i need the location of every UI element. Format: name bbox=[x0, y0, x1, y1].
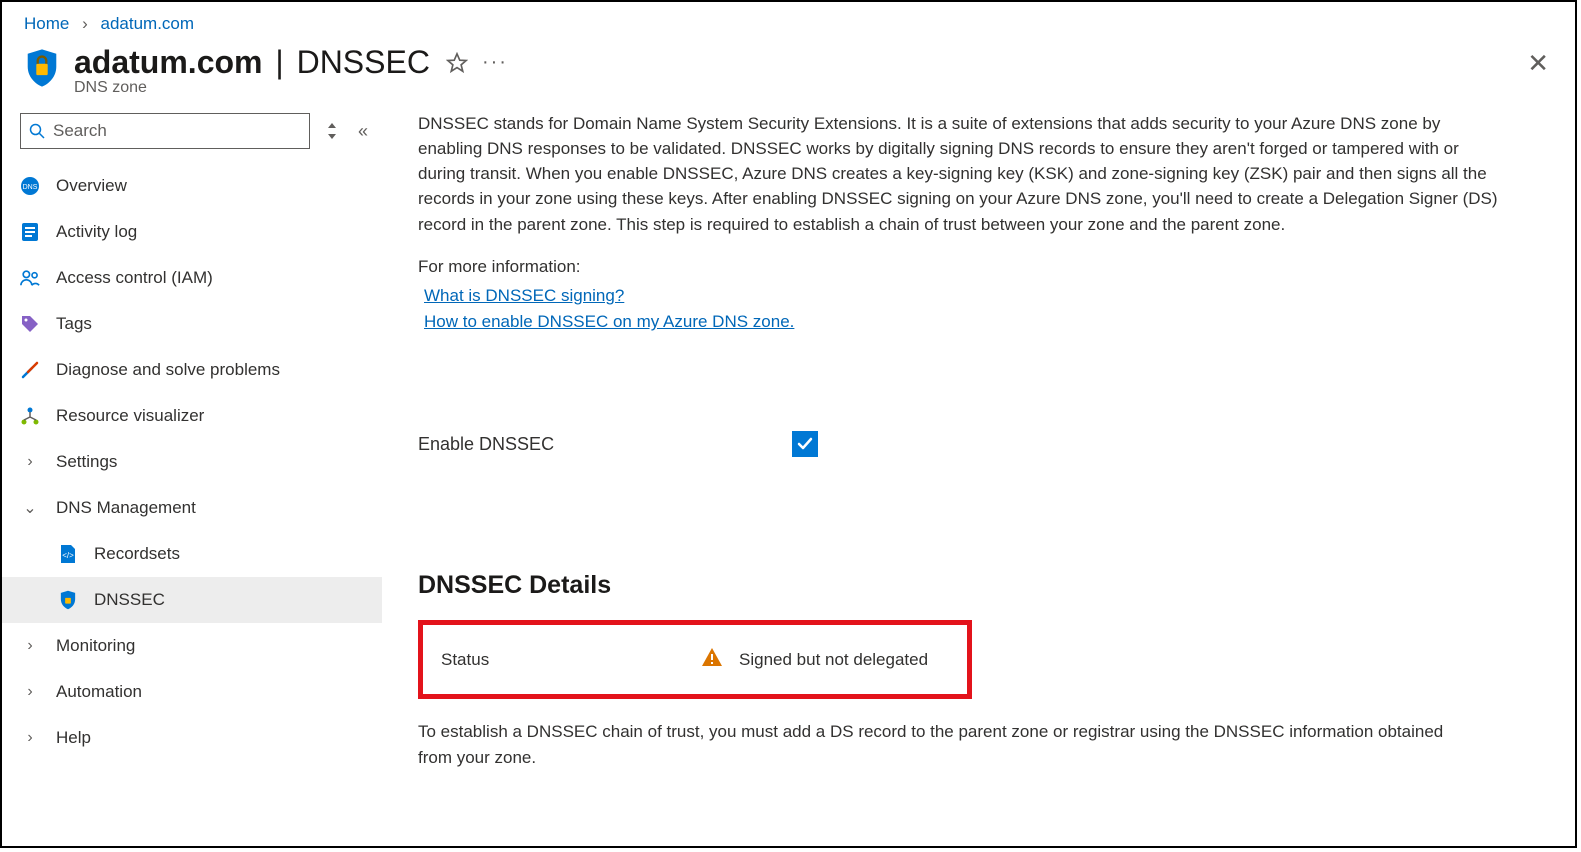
chevron-right-icon: › bbox=[20, 683, 40, 701]
favorite-star-icon[interactable] bbox=[446, 52, 468, 74]
more-actions-button[interactable]: ··· bbox=[482, 51, 508, 74]
collapse-sidebar-icon[interactable]: « bbox=[358, 121, 368, 142]
sidebar-item-iam[interactable]: Access control (IAM) bbox=[2, 255, 382, 301]
svg-text:</>: </> bbox=[62, 551, 74, 560]
sidebar-item-help[interactable]: › Help bbox=[2, 715, 382, 761]
sidebar: « DNS Overview Activity log Access contr… bbox=[20, 111, 382, 770]
chevron-down-icon: ⌄ bbox=[20, 498, 40, 518]
sidebar-item-dns-management[interactable]: ⌄ DNS Management bbox=[2, 485, 382, 531]
more-info-label: For more information: bbox=[418, 257, 1508, 277]
tag-icon bbox=[20, 314, 40, 334]
link-how-to-enable[interactable]: How to enable DNSSEC on my Azure DNS zon… bbox=[424, 309, 1508, 335]
chevron-right-icon: › bbox=[20, 453, 40, 471]
status-label: Status bbox=[441, 650, 701, 670]
search-input[interactable] bbox=[51, 120, 301, 142]
enable-dnssec-label: Enable DNSSEC bbox=[418, 434, 792, 455]
page-title: adatum.com bbox=[74, 44, 262, 81]
breadcrumb-separator: › bbox=[82, 14, 88, 33]
chain-of-trust-note: To establish a DNSSEC chain of trust, yo… bbox=[418, 719, 1478, 769]
close-button[interactable]: ✕ bbox=[1527, 48, 1553, 79]
sidebar-item-diagnose[interactable]: Diagnose and solve problems bbox=[2, 347, 382, 393]
page-section: DNSSEC bbox=[297, 44, 430, 81]
sidebar-item-dnssec[interactable]: DNSSEC bbox=[2, 577, 382, 623]
wrench-icon bbox=[20, 360, 40, 380]
main-content: DNSSEC stands for Domain Name System Sec… bbox=[382, 111, 1508, 770]
enable-dnssec-checkbox[interactable] bbox=[792, 431, 818, 457]
link-what-is-dnssec[interactable]: What is DNSSEC signing? bbox=[424, 283, 1508, 309]
reorder-icon[interactable] bbox=[326, 122, 338, 140]
svg-text:DNS: DNS bbox=[23, 184, 38, 191]
globe-icon: DNS bbox=[20, 176, 40, 196]
sidebar-item-settings[interactable]: › Settings bbox=[2, 439, 382, 485]
sidebar-item-monitoring[interactable]: › Monitoring bbox=[2, 623, 382, 669]
status-value: Signed but not delegated bbox=[739, 650, 928, 670]
chevron-right-icon: › bbox=[20, 729, 40, 747]
page-header: adatum.com | DNSSEC ··· DNS zone ✕ bbox=[2, 42, 1575, 111]
dnssec-description: DNSSEC stands for Domain Name System Sec… bbox=[418, 111, 1498, 237]
log-icon bbox=[20, 222, 40, 242]
chevron-right-icon: › bbox=[20, 637, 40, 655]
sidebar-item-activity-log[interactable]: Activity log bbox=[2, 209, 382, 255]
sidebar-item-recordsets[interactable]: </> Recordsets bbox=[2, 531, 382, 577]
status-highlight-box: Status Signed but not delegated bbox=[418, 620, 972, 699]
sidebar-item-overview[interactable]: DNS Overview bbox=[2, 163, 382, 209]
file-code-icon: </> bbox=[58, 544, 78, 564]
shield-lock-icon bbox=[24, 48, 60, 88]
search-icon bbox=[29, 123, 45, 139]
sidebar-item-automation[interactable]: › Automation bbox=[2, 669, 382, 715]
dnssec-details-header: DNSSEC Details bbox=[418, 571, 1508, 600]
check-icon bbox=[796, 435, 814, 453]
sidebar-item-tags[interactable]: Tags bbox=[2, 301, 382, 347]
sidebar-search[interactable] bbox=[20, 113, 310, 149]
sidebar-item-resource-visualizer[interactable]: Resource visualizer bbox=[2, 393, 382, 439]
hierarchy-icon bbox=[20, 406, 40, 426]
warning-icon bbox=[701, 647, 723, 672]
resource-type-label: DNS zone bbox=[74, 79, 1527, 97]
shield-lock-small-icon bbox=[58, 590, 78, 610]
breadcrumb-home[interactable]: Home bbox=[24, 14, 69, 33]
breadcrumb-zone[interactable]: adatum.com bbox=[101, 14, 195, 33]
people-icon bbox=[20, 268, 40, 288]
breadcrumb: Home › adatum.com bbox=[2, 2, 1575, 42]
